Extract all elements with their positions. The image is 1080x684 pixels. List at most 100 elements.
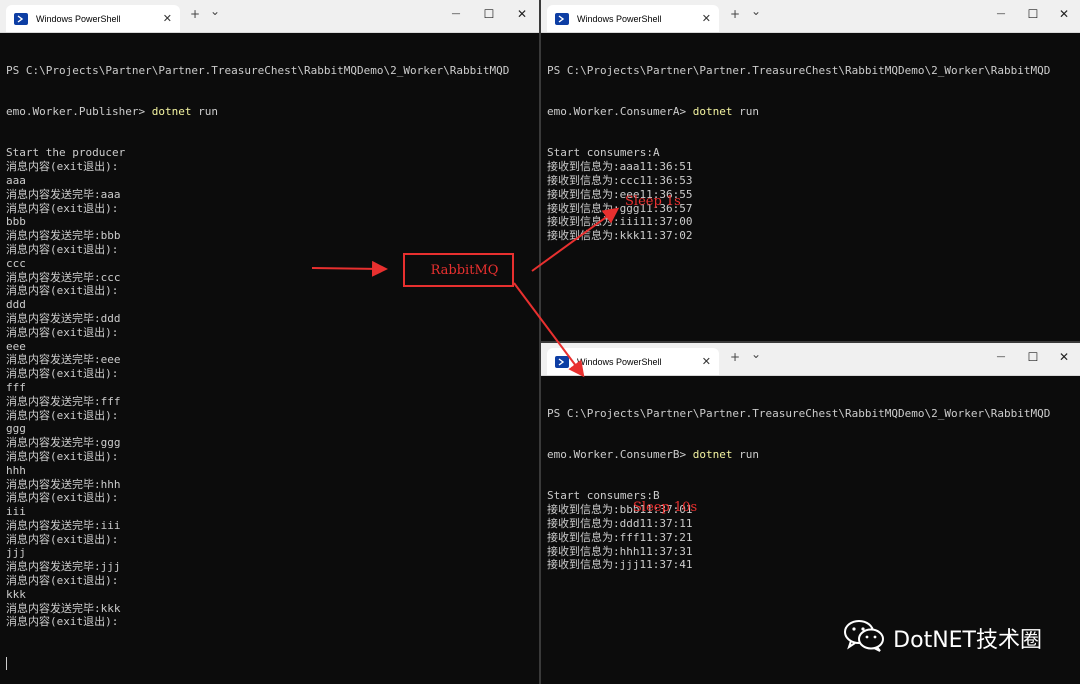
output-line: 消息内容发送完毕:eee bbox=[6, 353, 121, 367]
output-line: kkk bbox=[6, 587, 26, 601]
publisher-window: Windows PowerShell ✕ + ⌄ — ☐ ✕ PS C:\Pro… bbox=[0, 0, 539, 684]
dropdown-icon[interactable]: ⌄ bbox=[751, 346, 761, 362]
output-line: 接收到信息为:jjj11:37:41 bbox=[547, 558, 693, 572]
close-button[interactable]: ✕ bbox=[510, 4, 534, 24]
output-line: 消息内容(exit退出): bbox=[6, 325, 119, 339]
output-line: 消息内容发送完毕:ggg bbox=[6, 436, 121, 450]
output-line: 消息内容发送完毕:kkk bbox=[6, 601, 121, 615]
output-line: Start consumers:A bbox=[547, 146, 660, 160]
tab-title: Windows PowerShell bbox=[36, 13, 121, 24]
output-line: 消息内容发送完毕:ddd bbox=[6, 311, 121, 325]
command-args: run bbox=[191, 104, 218, 118]
command-word: dotnet bbox=[692, 447, 733, 461]
output-line: 消息内容(exit退出): bbox=[6, 201, 119, 215]
prompt-line: emo.Worker.ConsumerA> dotnet run bbox=[547, 105, 1074, 119]
text-cursor bbox=[6, 656, 7, 670]
output-line: ggg bbox=[6, 422, 26, 436]
tab-windows-powershell[interactable]: Windows PowerShell ✕ bbox=[547, 348, 719, 375]
command-args: run bbox=[732, 447, 759, 461]
prompt-line: PS C:\Projects\Partner\Partner.TreasureC… bbox=[547, 63, 1051, 77]
output-line: 消息内容(exit退出): bbox=[6, 160, 119, 174]
output-line: jjj bbox=[6, 546, 26, 560]
prompt-line: emo.Worker.Publisher> dotnet run bbox=[6, 105, 533, 119]
watermark-text: DotNET技术圈 bbox=[893, 628, 1042, 653]
output-line: 接收到信息为:ccc11:36:53 bbox=[547, 173, 693, 187]
minimize-button[interactable]: — bbox=[989, 4, 1013, 24]
dropdown-icon[interactable]: ⌄ bbox=[751, 3, 761, 19]
prompt-path: emo.Worker.ConsumerA> bbox=[547, 104, 693, 118]
command-word: dotnet bbox=[692, 104, 733, 118]
prompt-line: PS C:\Projects\Partner\Partner.TreasureC… bbox=[547, 406, 1051, 420]
output-line: bbb bbox=[6, 215, 26, 229]
output-line: 消息内容(exit退出): bbox=[6, 449, 119, 463]
output-line: aaa bbox=[6, 173, 26, 187]
maximize-button[interactable]: ☐ bbox=[1021, 347, 1045, 367]
terminal-output[interactable]: PS C:\Projects\Partner\Partner.TreasureC… bbox=[6, 36, 533, 684]
output-line: 接收到信息为:iii11:37:00 bbox=[547, 215, 693, 229]
output-line: Start the producer bbox=[6, 146, 126, 160]
close-button[interactable]: ✕ bbox=[1052, 347, 1076, 367]
powershell-icon bbox=[14, 12, 28, 25]
dropdown-icon[interactable]: ⌄ bbox=[210, 3, 220, 19]
new-tab-button[interactable]: + bbox=[190, 6, 200, 22]
tab-title: Windows PowerShell bbox=[577, 356, 662, 367]
title-bar: Windows PowerShell ✕ + ⌄ — ☐ ✕ bbox=[0, 0, 539, 33]
tab-windows-powershell[interactable]: Windows PowerShell ✕ bbox=[6, 5, 180, 32]
consumer-a-window: Windows PowerShell ✕ + ⌄ — ☐ ✕ PS C:\Pro… bbox=[541, 0, 1080, 341]
output-line: 接收到信息为:hhh11:37:31 bbox=[547, 544, 693, 558]
rabbitmq-label: RabbitMQ bbox=[430, 262, 499, 278]
output-line: 消息内容发送完毕:jjj bbox=[6, 560, 121, 574]
output-line: eee bbox=[6, 339, 26, 353]
new-tab-button[interactable]: + bbox=[730, 6, 740, 22]
output-line: ddd bbox=[6, 298, 26, 312]
output-line: Start consumers:B bbox=[547, 489, 660, 503]
powershell-icon bbox=[555, 12, 569, 25]
watermark: DotNET技术圈 bbox=[843, 618, 1042, 658]
output-line: 消息内容发送完毕:hhh bbox=[6, 477, 121, 491]
output-line: 接收到信息为:aaa11:36:51 bbox=[547, 160, 693, 174]
close-tab-icon[interactable]: ✕ bbox=[163, 12, 172, 25]
output-line: fff bbox=[6, 380, 26, 394]
minimize-button[interactable]: — bbox=[989, 347, 1013, 367]
sleep-1s-label: Sleep 1s bbox=[625, 194, 681, 209]
wechat-icon bbox=[843, 618, 885, 658]
terminal-output[interactable]: PS C:\Projects\Partner\Partner.TreasureC… bbox=[547, 36, 1074, 341]
prompt-path: emo.Worker.Publisher> bbox=[6, 104, 152, 118]
new-tab-button[interactable]: + bbox=[730, 349, 740, 365]
prompt-path: emo.Worker.ConsumerB> bbox=[547, 447, 693, 461]
output-line: hhh bbox=[6, 463, 26, 477]
title-bar: Windows PowerShell ✕ + ⌄ — ☐ ✕ bbox=[541, 343, 1080, 376]
output-line: 消息内容发送完毕:aaa bbox=[6, 187, 121, 201]
output-line: 消息内容发送完毕:fff bbox=[6, 394, 121, 408]
output-line: 消息内容(exit退出): bbox=[6, 574, 119, 588]
output-line: 消息内容(exit退出): bbox=[6, 408, 119, 422]
output-line: 接收到信息为:ddd11:37:11 bbox=[547, 516, 693, 530]
prompt-line: PS C:\Projects\Partner\Partner.TreasureC… bbox=[6, 63, 510, 77]
output-line: 消息内容(exit退出): bbox=[6, 491, 119, 505]
output-line: iii bbox=[6, 505, 26, 519]
tab-windows-powershell[interactable]: Windows PowerShell ✕ bbox=[547, 5, 719, 32]
maximize-button[interactable]: ☐ bbox=[477, 4, 501, 24]
close-button[interactable]: ✕ bbox=[1052, 4, 1076, 24]
minimize-button[interactable]: — bbox=[444, 4, 468, 24]
close-tab-icon[interactable]: ✕ bbox=[702, 355, 711, 368]
rabbitmq-label-box: RabbitMQ bbox=[403, 253, 514, 287]
output-line: 接收到信息为:kkk11:37:02 bbox=[547, 229, 693, 243]
prompt-line: emo.Worker.ConsumerB> dotnet run bbox=[547, 448, 1074, 462]
close-tab-icon[interactable]: ✕ bbox=[702, 12, 711, 25]
output-line: 消息内容(exit退出): bbox=[6, 532, 119, 546]
command-word: dotnet bbox=[151, 104, 192, 118]
command-args: run bbox=[732, 104, 759, 118]
sleep-10s-label: Sleep 10s bbox=[633, 500, 698, 515]
title-bar: Windows PowerShell ✕ + ⌄ — ☐ ✕ bbox=[541, 0, 1080, 33]
output-line: 接收到信息为:fff11:37:21 bbox=[547, 530, 693, 544]
output-line: 消息内容(exit退出): bbox=[6, 615, 119, 629]
output-line: 消息内容发送完毕:iii bbox=[6, 518, 121, 532]
maximize-button[interactable]: ☐ bbox=[1021, 4, 1045, 24]
cursor-line bbox=[6, 656, 533, 671]
tab-title: Windows PowerShell bbox=[577, 13, 662, 24]
powershell-icon bbox=[555, 355, 569, 368]
output-line: 消息内容发送完毕:bbb bbox=[6, 229, 121, 243]
output-line: 消息内容(exit退出): bbox=[6, 367, 119, 381]
output-line: 接收到信息为:bbb11:37:01 bbox=[547, 503, 693, 517]
